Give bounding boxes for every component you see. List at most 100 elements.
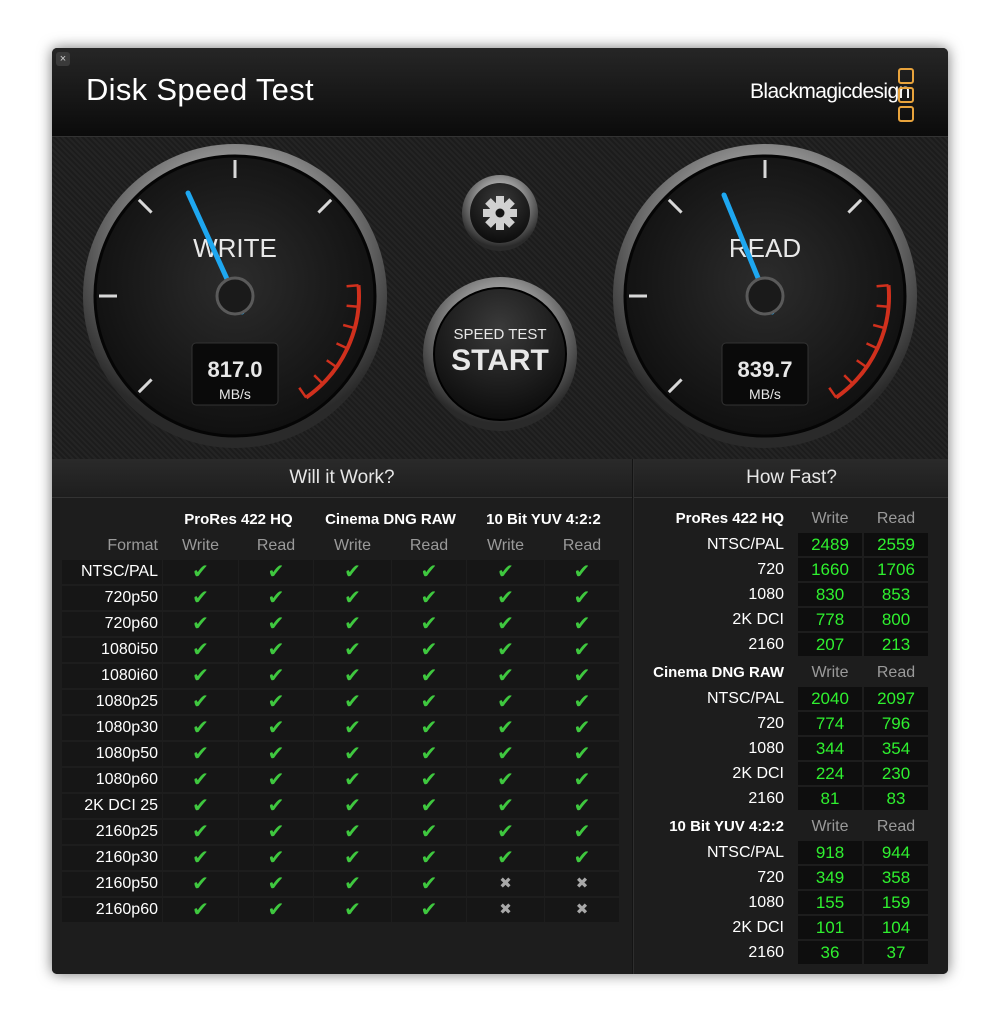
check-icon: ✔ bbox=[314, 560, 391, 584]
read-column-header: Read bbox=[876, 818, 916, 835]
check-icon: ✔ bbox=[314, 898, 391, 922]
write-column-header: Write bbox=[811, 664, 849, 681]
group-header: ProRes 422 HQ bbox=[184, 511, 293, 528]
check-icon: ✔ bbox=[314, 664, 391, 688]
settings-button[interactable] bbox=[462, 175, 538, 251]
check-icon: ✔ bbox=[467, 768, 544, 792]
check-icon: ✔ bbox=[392, 612, 466, 636]
check-icon: ✔ bbox=[314, 768, 391, 792]
how-fast-panel: How Fast? ProRes 422 HQ Write Read NTSC/PAL… bbox=[633, 459, 948, 974]
read-column-header: Read bbox=[256, 537, 296, 554]
check-icon: ✔ bbox=[467, 586, 544, 610]
read-fps-value: 800 bbox=[864, 608, 928, 631]
format-row-label: 2160p25 bbox=[62, 820, 162, 844]
write-fps-value: 830 bbox=[798, 583, 862, 606]
read-fps-value: 159 bbox=[864, 891, 928, 914]
write-gauge-hub bbox=[215, 276, 255, 316]
check-icon: ✔ bbox=[163, 664, 238, 688]
check-icon: ✔ bbox=[392, 586, 466, 610]
read-column-header: Read bbox=[876, 510, 916, 527]
read-column-header: Read bbox=[562, 537, 602, 554]
cross-icon: ✖ bbox=[467, 898, 544, 922]
write-fps-value: 1660 bbox=[798, 558, 862, 581]
brand-name: Blackmagicdesign bbox=[750, 80, 910, 103]
resolution-label: 720 bbox=[757, 869, 784, 886]
format-row-label: 2160p30 bbox=[62, 846, 162, 870]
check-icon: ✔ bbox=[545, 820, 619, 844]
format-row-label: 720p60 bbox=[62, 612, 162, 636]
read-column-header: Read bbox=[409, 537, 449, 554]
app-title: Disk Speed Test bbox=[86, 72, 314, 107]
start-button[interactable]: SPEED TEST START bbox=[423, 277, 577, 431]
check-icon: ✔ bbox=[239, 716, 313, 740]
redline-tick bbox=[876, 283, 889, 288]
start-button-label: START bbox=[451, 344, 549, 377]
speed-group-header: ProRes 422 HQ bbox=[675, 510, 784, 527]
resolution-label: 2K DCI bbox=[732, 611, 784, 628]
check-icon: ✔ bbox=[314, 586, 391, 610]
check-icon: ✔ bbox=[314, 638, 391, 662]
resolution-label: 2160 bbox=[748, 944, 784, 961]
redline-tick bbox=[346, 283, 359, 288]
read-fps-value: 2559 bbox=[864, 533, 928, 556]
write-column-header: Write bbox=[333, 537, 372, 554]
check-icon: ✔ bbox=[392, 716, 466, 740]
read-fps-value: 230 bbox=[864, 762, 928, 785]
format-row-label: 1080p25 bbox=[62, 690, 162, 714]
read-fps-value: 83 bbox=[864, 787, 928, 810]
read-fps-value: 104 bbox=[864, 916, 928, 939]
resolution-label: NTSC/PAL bbox=[706, 844, 784, 861]
check-icon: ✔ bbox=[545, 664, 619, 688]
check-icon: ✔ bbox=[392, 690, 466, 714]
resolution-label: 1080 bbox=[748, 894, 784, 911]
check-icon: ✔ bbox=[239, 846, 313, 870]
check-icon: ✔ bbox=[392, 638, 466, 662]
write-fps-value: 918 bbox=[798, 841, 862, 864]
check-icon: ✔ bbox=[392, 872, 466, 896]
check-icon: ✔ bbox=[239, 794, 313, 818]
blackmagic-logo-icon bbox=[898, 68, 916, 122]
check-icon: ✔ bbox=[314, 820, 391, 844]
write-fps-value: 774 bbox=[798, 712, 862, 735]
start-button-caption: SPEED TEST bbox=[453, 326, 546, 343]
format-row-label: 2K DCI 25 bbox=[62, 794, 162, 818]
check-icon: ✔ bbox=[545, 638, 619, 662]
resolution-label: 2160 bbox=[748, 636, 784, 653]
resolution-label: 720 bbox=[757, 715, 784, 732]
check-icon: ✔ bbox=[239, 664, 313, 688]
read-fps-value: 354 bbox=[864, 737, 928, 760]
title-bar: × Disk Speed Test Blackmagicdesign bbox=[52, 48, 948, 137]
check-icon: ✔ bbox=[392, 560, 466, 584]
check-icon: ✔ bbox=[545, 716, 619, 740]
format-column-header: Format bbox=[107, 537, 158, 554]
gear-icon bbox=[483, 196, 517, 230]
write-column-header: Write bbox=[811, 818, 849, 835]
read-fps-value: 213 bbox=[864, 633, 928, 656]
check-icon: ✔ bbox=[467, 742, 544, 766]
write-column-header: Write bbox=[811, 510, 849, 527]
read-column-header: Read bbox=[876, 664, 916, 681]
will-it-work-title: Will it Work? bbox=[52, 459, 632, 498]
check-icon: ✔ bbox=[467, 638, 544, 662]
check-icon: ✔ bbox=[163, 612, 238, 636]
check-icon: ✔ bbox=[392, 768, 466, 792]
format-row-label: 2160p60 bbox=[62, 898, 162, 922]
close-button[interactable]: × bbox=[56, 52, 70, 66]
how-fast-title: How Fast? bbox=[634, 459, 948, 498]
check-icon: ✔ bbox=[314, 742, 391, 766]
read-fps-value: 1706 bbox=[864, 558, 928, 581]
check-icon: ✔ bbox=[545, 690, 619, 714]
read-fps-value: 944 bbox=[864, 841, 928, 864]
check-icon: ✔ bbox=[239, 820, 313, 844]
write-fps-value: 207 bbox=[798, 633, 862, 656]
check-icon: ✔ bbox=[545, 846, 619, 870]
write-fps-value: 155 bbox=[798, 891, 862, 914]
read-speed-unit: MB/s bbox=[749, 386, 781, 402]
cross-icon: ✖ bbox=[545, 898, 619, 922]
check-icon: ✔ bbox=[467, 846, 544, 870]
check-icon: ✔ bbox=[163, 716, 238, 740]
write-column-header: Write bbox=[181, 537, 220, 554]
write-fps-value: 101 bbox=[798, 916, 862, 939]
check-icon: ✔ bbox=[314, 846, 391, 870]
resolution-label: 720 bbox=[757, 561, 784, 578]
